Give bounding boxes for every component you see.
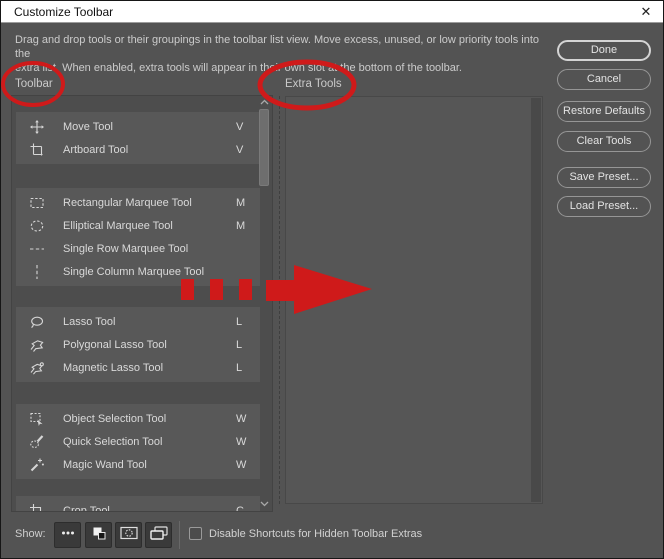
tool-shortcut: W bbox=[236, 458, 247, 471]
tool-row[interactable]: Crop Tool C bbox=[16, 499, 260, 512]
tool-shortcut: V bbox=[236, 143, 244, 156]
ellipse-marquee-icon bbox=[29, 218, 45, 234]
fg-bg-colors-toggle-button[interactable] bbox=[85, 522, 112, 548]
dialog-title: Customize Toolbar bbox=[14, 5, 114, 19]
scroll-down-icon[interactable] bbox=[258, 499, 271, 510]
extra-tools-scroll-track bbox=[531, 98, 541, 502]
ellipsis-toggle-button[interactable] bbox=[54, 522, 81, 548]
footer-bar: Show: Disable Shortcuts for Hidden Toolb… bbox=[1, 515, 663, 558]
tool-name: Crop Tool bbox=[63, 504, 110, 512]
tool-row[interactable]: Object Selection Tool W bbox=[16, 407, 260, 430]
description-line-2: extra list. When enabled, extra tools wi… bbox=[15, 62, 462, 74]
save-preset-button[interactable]: Save Preset... bbox=[557, 167, 651, 188]
tool-row[interactable]: Lasso Tool L bbox=[16, 310, 260, 333]
clear-tools-button[interactable]: Clear Tools bbox=[557, 131, 651, 152]
object-selection-icon bbox=[29, 411, 45, 427]
crop-icon bbox=[29, 503, 45, 511]
quick-mask-icon bbox=[119, 524, 139, 547]
lasso-icon bbox=[29, 314, 45, 330]
tool-group[interactable]: Move Tool V Artboard Tool V bbox=[16, 112, 260, 164]
tool-row[interactable]: Elliptical Marquee Tool M bbox=[16, 214, 260, 237]
tool-name: Single Column Marquee Tool bbox=[63, 265, 205, 278]
tool-shortcut: C bbox=[236, 504, 244, 512]
ellipsis-icon bbox=[59, 524, 77, 547]
customize-toolbar-dialog: Customize Toolbar ✕ Drag and drop tools … bbox=[0, 0, 664, 559]
tool-row[interactable]: Move Tool V bbox=[16, 115, 260, 138]
quick-selection-icon bbox=[29, 434, 45, 450]
scroll-up-icon[interactable] bbox=[258, 97, 271, 108]
screen-mode-icon bbox=[149, 524, 169, 547]
disable-shortcuts-checkbox[interactable] bbox=[189, 527, 202, 540]
disable-shortcuts-checkbox-label: Disable Shortcuts for Hidden Toolbar Ext… bbox=[209, 528, 423, 540]
scrollbar-thumb[interactable] bbox=[259, 109, 269, 186]
toolbar-list-scrollbar[interactable] bbox=[258, 96, 271, 511]
tool-name: Magic Wand Tool bbox=[63, 458, 147, 471]
tool-row[interactable]: Single Row Marquee Tool bbox=[16, 237, 260, 260]
tool-row[interactable]: Quick Selection Tool W bbox=[16, 430, 260, 453]
close-icon[interactable]: ✕ bbox=[635, 2, 657, 21]
tool-row[interactable]: Artboard Tool V bbox=[16, 138, 260, 161]
tool-name: Magnetic Lasso Tool bbox=[63, 361, 164, 374]
extra-tools-drop-area[interactable] bbox=[285, 96, 543, 504]
magnetic-lasso-icon bbox=[29, 360, 45, 376]
description-line-1: Drag and drop tools or their groupings i… bbox=[15, 34, 539, 60]
tool-name: Quick Selection Tool bbox=[63, 435, 163, 448]
load-preset-button[interactable]: Load Preset... bbox=[557, 196, 651, 217]
title-bar: Customize Toolbar ✕ bbox=[1, 1, 663, 23]
cancel-button[interactable]: Cancel bbox=[557, 69, 651, 90]
toolbar-panel-label: Toolbar bbox=[15, 78, 53, 90]
screen-mode-toggle-button[interactable] bbox=[145, 522, 172, 548]
tool-name: Object Selection Tool bbox=[63, 412, 167, 425]
restore-defaults-button[interactable]: Restore Defaults bbox=[557, 101, 651, 122]
single-column-marquee-icon bbox=[29, 264, 45, 280]
move-icon bbox=[29, 119, 45, 135]
tool-shortcut: L bbox=[236, 361, 243, 374]
magic-wand-icon bbox=[29, 457, 45, 473]
tool-row[interactable]: Magnetic Lasso Tool L bbox=[16, 356, 260, 379]
tool-row[interactable]: Magic Wand Tool W bbox=[16, 453, 260, 476]
polygonal-lasso-icon bbox=[29, 337, 45, 353]
tool-name: Rectangular Marquee Tool bbox=[63, 196, 192, 209]
tool-shortcut: M bbox=[236, 219, 246, 232]
panel-divider bbox=[279, 96, 280, 504]
tool-group[interactable]: Lasso Tool L Polygonal Lasso Tool L Magnetic… bbox=[16, 307, 260, 382]
tool-group[interactable]: Rectangular Marquee Tool M Elliptical Marq… bbox=[16, 188, 260, 286]
tool-shortcut: V bbox=[236, 120, 244, 133]
rect-marquee-icon bbox=[29, 195, 45, 211]
tool-name: Polygonal Lasso Tool bbox=[63, 338, 167, 351]
tool-name: Artboard Tool bbox=[63, 143, 129, 156]
single-row-marquee-icon bbox=[29, 241, 45, 257]
quick-mask-toggle-button[interactable] bbox=[115, 522, 142, 548]
tool-shortcut: L bbox=[236, 338, 243, 351]
toolbar-tool-list[interactable]: Move Tool V Artboard Tool V Rectangular Marq… bbox=[11, 95, 273, 512]
tool-name: Single Row Marquee Tool bbox=[63, 242, 189, 255]
tool-row[interactable]: Rectangular Marquee Tool M bbox=[16, 191, 260, 214]
footer-divider bbox=[179, 521, 180, 549]
tool-shortcut: L bbox=[236, 315, 243, 328]
tool-name: Lasso Tool bbox=[63, 315, 116, 328]
description-text: Drag and drop tools or their groupings i… bbox=[15, 33, 549, 75]
tool-name: Elliptical Marquee Tool bbox=[63, 219, 173, 232]
tool-group[interactable]: Object Selection Tool W Quick Selection To… bbox=[16, 404, 260, 479]
tool-shortcut: W bbox=[236, 435, 247, 448]
fg-bg-colors-icon bbox=[90, 524, 108, 547]
tool-group[interactable]: Crop Tool C bbox=[16, 496, 260, 512]
tool-row[interactable]: Single Column Marquee Tool bbox=[16, 260, 260, 283]
tool-shortcut: M bbox=[236, 196, 246, 209]
extra-tools-panel-label: Extra Tools bbox=[285, 78, 342, 90]
done-button[interactable]: Done bbox=[557, 40, 651, 61]
tool-shortcut: W bbox=[236, 412, 247, 425]
artboard-icon bbox=[29, 142, 45, 158]
show-label: Show: bbox=[15, 528, 46, 540]
tool-row[interactable]: Polygonal Lasso Tool L bbox=[16, 333, 260, 356]
tool-name: Move Tool bbox=[63, 120, 113, 133]
